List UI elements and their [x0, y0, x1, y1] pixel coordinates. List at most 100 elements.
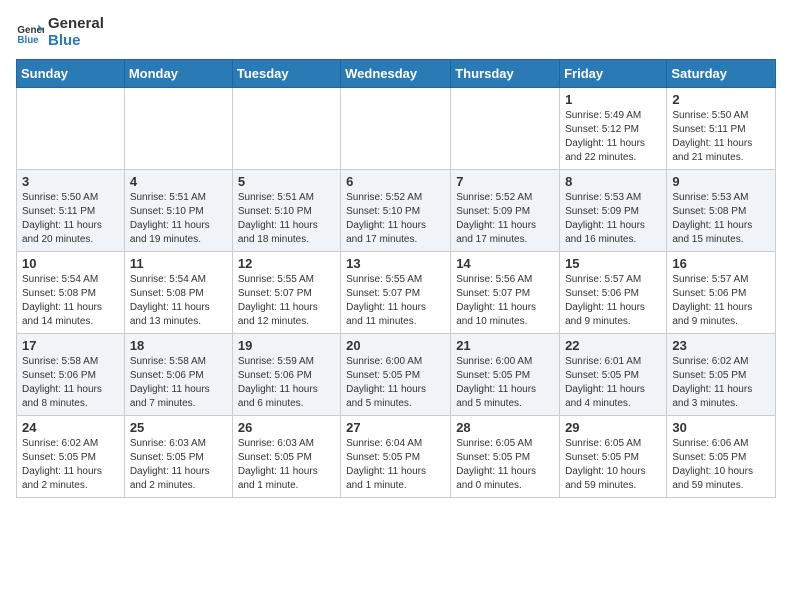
calendar-cell — [124, 88, 232, 170]
day-number: 27 — [346, 420, 445, 435]
calendar-cell: 12 Sunrise: 5:55 AMSunset: 5:07 PMDayligh… — [232, 252, 340, 334]
col-saturday: Saturday — [667, 60, 776, 88]
logo-icon: General Blue — [16, 19, 44, 47]
calendar-cell: 3Sunrise: 5:50 AMSunset: 5:11 PMDaylight… — [17, 170, 125, 252]
calendar-cell — [341, 88, 451, 170]
day-number: 14 — [456, 256, 554, 271]
day-info: Sunrise: 6:00 AMSunset: 5:05 PMDaylight:… — [346, 355, 445, 411]
calendar-cell: 15Sunrise: 5:57 AMSunset: 5:06 PMDayligh… — [560, 252, 667, 334]
day-info: Sunrise: 6:00 AMSunset: 5:05 PMDaylight:… — [456, 355, 554, 411]
day-info: Sunrise: 6:02 AMSunset: 5:05 PMDaylight:… — [22, 437, 119, 493]
calendar-cell — [232, 88, 340, 170]
col-tuesday: Tuesday — [232, 60, 340, 88]
calendar-cell: 16 Sunrise: 5:57 AMSunset: 5:06 PMDayligh… — [667, 252, 776, 334]
day-number: 22 — [565, 338, 661, 353]
day-number: 25 — [130, 420, 227, 435]
day-info: Sunrise: 5:59 AMSunset: 5:06 PMDaylight:… — [238, 355, 335, 411]
day-number: 17 — [22, 338, 119, 353]
day-number: 11 — [130, 256, 227, 271]
calendar-cell: 18 Sunrise: 5:58 AMSunset: 5:06 PMDayligh… — [124, 334, 232, 416]
calendar-cell: 14 Sunrise: 5:56 AMSunset: 5:07 PMDayligh… — [451, 252, 560, 334]
logo: General Blue General Blue — [16, 16, 104, 49]
calendar-cell: 5 Sunrise: 5:51 AMSunset: 5:10 PMDaylight… — [232, 170, 340, 252]
calendar-cell: 11Sunrise: 5:54 AMSunset: 5:08 PMDayligh… — [124, 252, 232, 334]
day-number: 20 — [346, 338, 445, 353]
calendar-cell: 23 Sunrise: 6:02 AMSunset: 5:05 PMDayligh… — [667, 334, 776, 416]
header: General Blue General Blue — [16, 16, 776, 49]
day-number: 19 — [238, 338, 335, 353]
day-number: 16 — [672, 256, 770, 271]
calendar-cell: 26Sunrise: 6:03 AMSunset: 5:05 PMDayligh… — [232, 416, 340, 498]
calendar-week-row: 17 Sunrise: 5:58 AMSunset: 5:06 PMDayligh… — [17, 334, 776, 416]
calendar-cell: 8Sunrise: 5:53 AMSunset: 5:09 PMDaylight… — [560, 170, 667, 252]
calendar-cell — [17, 88, 125, 170]
day-info: Sunrise: 6:05 AMSunset: 5:05 PMDaylight:… — [456, 437, 554, 493]
day-info: Sunrise: 6:02 AMSunset: 5:05 PMDaylight:… — [672, 355, 770, 411]
calendar-header-row: Sunday Monday Tuesday Wednesday Thursday… — [17, 60, 776, 88]
day-number: 7 — [456, 174, 554, 189]
day-number: 30 — [672, 420, 770, 435]
calendar-cell: 1 Sunrise: 5:49 AMSunset: 5:12 PMDaylight… — [560, 88, 667, 170]
day-info: Sunrise: 5:55 AMSunset: 5:07 PMDaylight:… — [346, 273, 445, 329]
calendar-cell — [451, 88, 560, 170]
calendar-cell: 10 Sunrise: 5:54 AMSunset: 5:08 PMDayligh… — [17, 252, 125, 334]
calendar-cell: 9Sunrise: 5:53 AMSunset: 5:08 PMDaylight… — [667, 170, 776, 252]
day-info: Sunrise: 6:01 AMSunset: 5:05 PMDaylight:… — [565, 355, 661, 411]
col-wednesday: Wednesday — [341, 60, 451, 88]
day-number: 18 — [130, 338, 227, 353]
col-friday: Friday — [560, 60, 667, 88]
calendar-cell: 4 Sunrise: 5:51 AMSunset: 5:10 PMDaylight… — [124, 170, 232, 252]
calendar-cell: 6 Sunrise: 5:52 AMSunset: 5:10 PMDaylight… — [341, 170, 451, 252]
day-number: 23 — [672, 338, 770, 353]
day-number: 24 — [22, 420, 119, 435]
calendar-week-row: 24 Sunrise: 6:02 AMSunset: 5:05 PMDayligh… — [17, 416, 776, 498]
logo-blue: Blue — [48, 33, 104, 50]
day-info: Sunrise: 5:50 AMSunset: 5:11 PMDaylight:… — [22, 191, 119, 247]
day-info: Sunrise: 5:53 AMSunset: 5:09 PMDaylight:… — [565, 191, 661, 247]
day-info: Sunrise: 5:53 AMSunset: 5:08 PMDaylight:… — [672, 191, 770, 247]
day-info: Sunrise: 5:57 AMSunset: 5:06 PMDaylight:… — [672, 273, 770, 329]
day-info: Sunrise: 5:57 AMSunset: 5:06 PMDaylight:… — [565, 273, 661, 329]
calendar-cell: 28 Sunrise: 6:05 AMSunset: 5:05 PMDayligh… — [451, 416, 560, 498]
day-number: 1 — [565, 92, 661, 107]
calendar-cell: 17 Sunrise: 5:58 AMSunset: 5:06 PMDayligh… — [17, 334, 125, 416]
day-number: 12 — [238, 256, 335, 271]
calendar-cell: 7Sunrise: 5:52 AMSunset: 5:09 PMDaylight… — [451, 170, 560, 252]
day-info: Sunrise: 6:06 AMSunset: 5:05 PMDaylight:… — [672, 437, 770, 493]
day-info: Sunrise: 5:55 AMSunset: 5:07 PMDaylight:… — [238, 273, 335, 329]
day-info: Sunrise: 5:51 AMSunset: 5:10 PMDaylight:… — [238, 191, 335, 247]
svg-text:Blue: Blue — [17, 34, 39, 45]
calendar-week-row: 3Sunrise: 5:50 AMSunset: 5:11 PMDaylight… — [17, 170, 776, 252]
day-number: 5 — [238, 174, 335, 189]
day-info: Sunrise: 6:03 AMSunset: 5:05 PMDaylight:… — [130, 437, 227, 493]
day-number: 6 — [346, 174, 445, 189]
day-info: Sunrise: 5:56 AMSunset: 5:07 PMDaylight:… — [456, 273, 554, 329]
calendar-cell: 29Sunrise: 6:05 AMSunset: 5:05 PMDayligh… — [560, 416, 667, 498]
day-info: Sunrise: 5:58 AMSunset: 5:06 PMDaylight:… — [130, 355, 227, 411]
calendar-week-row: 10 Sunrise: 5:54 AMSunset: 5:08 PMDayligh… — [17, 252, 776, 334]
day-number: 4 — [130, 174, 227, 189]
day-info: Sunrise: 5:50 AMSunset: 5:11 PMDaylight:… — [672, 109, 770, 165]
calendar-table: Sunday Monday Tuesday Wednesday Thursday… — [16, 59, 776, 498]
page: General Blue General Blue Sunday Monday … — [0, 0, 792, 506]
day-number: 10 — [22, 256, 119, 271]
col-sunday: Sunday — [17, 60, 125, 88]
calendar-cell: 19 Sunrise: 5:59 AMSunset: 5:06 PMDayligh… — [232, 334, 340, 416]
calendar-cell: 30 Sunrise: 6:06 AMSunset: 5:05 PMDayligh… — [667, 416, 776, 498]
calendar-cell: 24 Sunrise: 6:02 AMSunset: 5:05 PMDayligh… — [17, 416, 125, 498]
day-info: Sunrise: 5:58 AMSunset: 5:06 PMDaylight:… — [22, 355, 119, 411]
day-info: Sunrise: 5:49 AMSunset: 5:12 PMDaylight:… — [565, 109, 661, 165]
day-info: Sunrise: 5:52 AMSunset: 5:10 PMDaylight:… — [346, 191, 445, 247]
day-number: 29 — [565, 420, 661, 435]
day-info: Sunrise: 5:51 AMSunset: 5:10 PMDaylight:… — [130, 191, 227, 247]
calendar-cell: 2 Sunrise: 5:50 AMSunset: 5:11 PMDaylight… — [667, 88, 776, 170]
calendar-cell: 27 Sunrise: 6:04 AMSunset: 5:05 PMDayligh… — [341, 416, 451, 498]
day-info: Sunrise: 6:04 AMSunset: 5:05 PMDaylight:… — [346, 437, 445, 493]
day-number: 28 — [456, 420, 554, 435]
calendar-cell: 20 Sunrise: 6:00 AMSunset: 5:05 PMDayligh… — [341, 334, 451, 416]
calendar-cell: 21Sunrise: 6:00 AMSunset: 5:05 PMDayligh… — [451, 334, 560, 416]
day-number: 2 — [672, 92, 770, 107]
col-thursday: Thursday — [451, 60, 560, 88]
day-info: Sunrise: 5:54 AMSunset: 5:08 PMDaylight:… — [22, 273, 119, 329]
calendar-cell: 13Sunrise: 5:55 AMSunset: 5:07 PMDayligh… — [341, 252, 451, 334]
